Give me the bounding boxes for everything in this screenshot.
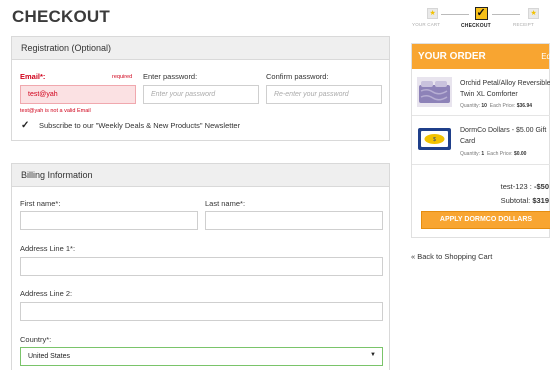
order-heading: YOUR ORDER	[418, 51, 486, 62]
password-field[interactable]: Enter your password	[143, 85, 259, 104]
step-receipt: ★ RECEIPT	[513, 8, 539, 27]
edit-order-link[interactable]: Ed	[541, 52, 550, 61]
newsletter-label: Subscribe to our "Weekly Deals & New Pro…	[39, 121, 241, 130]
order-item-meta: Quantity: 10 Each Price: $36.94	[460, 103, 533, 109]
address-line-1-field[interactable]	[20, 257, 383, 276]
order-item: Orchid Petal/Alloy Reversible Twin XL Co…	[412, 69, 550, 116]
step-your-cart[interactable]: ★ YOUR CART	[412, 8, 452, 27]
email-error-message: test@yah is not a valid Email	[20, 108, 91, 114]
first-name-field[interactable]	[20, 211, 198, 230]
order-item: $ DormCo Dollars - $5.00 Gift Card Quant…	[412, 117, 550, 165]
address-line-2-label: Address Line 2:	[20, 289, 73, 298]
country-select[interactable]: United States ▼	[20, 347, 383, 366]
svg-text:$: $	[433, 137, 436, 143]
order-item-name[interactable]: Orchid Petal/Alloy Reversible Twin XL Co…	[460, 78, 550, 100]
confirm-password-field[interactable]: Re-enter your password	[266, 85, 382, 104]
checkout-steps: ★ YOUR CART ✓ CHECKOUT ★ RECEIPT	[412, 7, 550, 34]
comforter-thumbnail	[417, 77, 452, 107]
star-icon: ★	[429, 10, 436, 17]
page-title: CHECKOUT	[12, 7, 110, 26]
password-label: Enter password:	[143, 72, 198, 81]
order-summary: YOUR ORDER Ed Orchid Petal/Alloy Reversi…	[411, 43, 550, 238]
confirm-password-label: Confirm password:	[266, 72, 329, 81]
chevron-down-icon: ▼	[370, 352, 376, 358]
billing-panel: Billing Information First name*: Last na…	[11, 163, 390, 370]
country-label: Country*:	[20, 335, 52, 344]
star-icon: ★	[530, 10, 537, 17]
registration-heading: Registration (Optional)	[12, 37, 389, 60]
subtotal-line: Subtotal: $319	[500, 196, 549, 205]
registration-panel: Registration (Optional) Email*: required…	[11, 36, 390, 141]
gift-card-thumbnail: $	[418, 128, 451, 150]
address-line-1-label: Address Line 1*:	[20, 244, 76, 253]
back-to-cart-link[interactable]: « Back to Shopping Cart	[411, 252, 492, 261]
required-indicator: required	[112, 74, 133, 80]
email-field[interactable]: test@yah	[20, 85, 136, 104]
newsletter-checkbox[interactable]: ✓	[21, 121, 30, 131]
first-name-label: First name*:	[20, 199, 61, 208]
order-item-meta: Quantity: 1 Each Price: $0.00	[460, 151, 527, 157]
address-line-2-field[interactable]	[20, 302, 383, 321]
step-checkout: ✓ CHECKOUT	[461, 7, 491, 29]
country-value: United States	[28, 353, 71, 360]
last-name-label: Last name*:	[205, 199, 246, 208]
billing-heading: Billing Information	[12, 164, 389, 187]
apply-dormco-dollars-button[interactable]: APPLY DORMCO DOLLARS	[421, 211, 550, 229]
email-label: Email*:	[20, 72, 46, 81]
checkmark-icon: ✓	[476, 7, 486, 19]
order-item-name[interactable]: DormCo Dollars - $5.00 Gift Card	[460, 125, 550, 147]
coupon-line: test-123 : -$50	[500, 182, 549, 191]
last-name-field[interactable]	[205, 211, 383, 230]
